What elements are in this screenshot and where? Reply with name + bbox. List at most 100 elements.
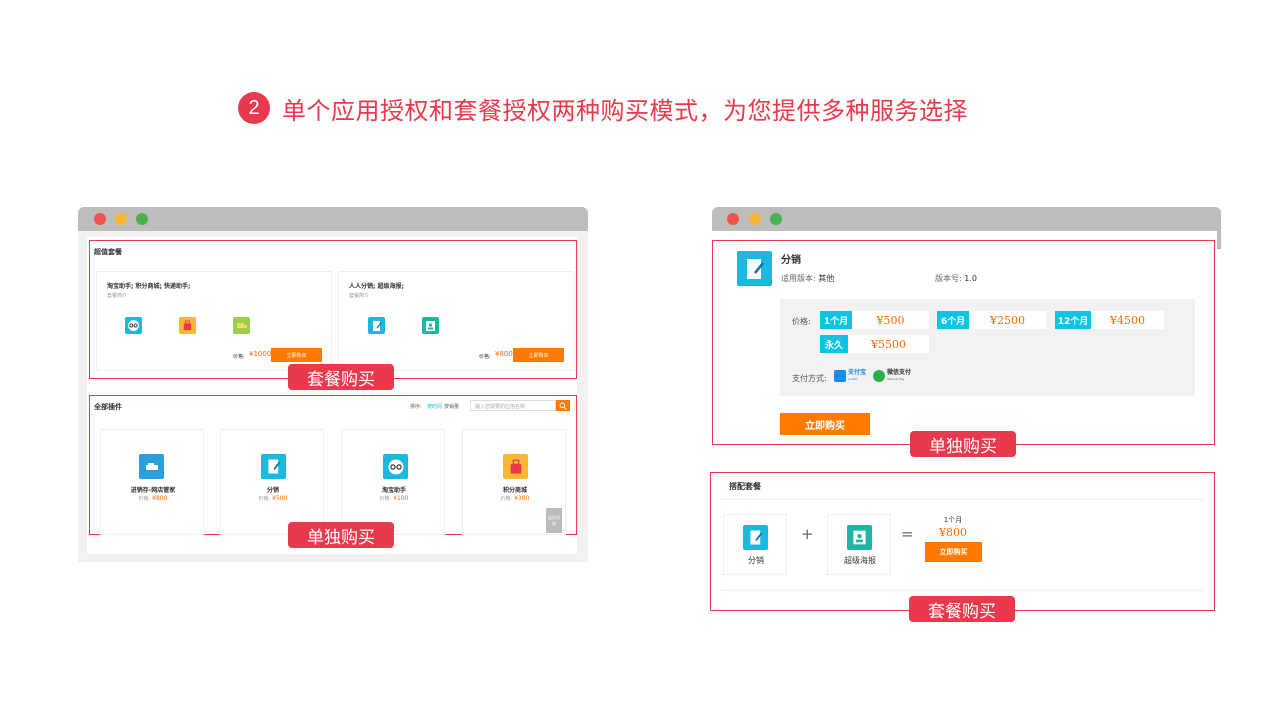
maximize-dot-icon[interactable] [770,213,782,225]
truck-icon [233,317,250,334]
pay-method-label: 支付方式: [792,374,827,383]
bundle-section: 超值套餐 淘宝助手; 积分商城; 快递助手; 套餐简介 价格: ¥1000 立即… [89,240,577,379]
build-label: 版本号: [935,274,962,283]
close-dot-icon[interactable] [94,213,106,225]
equals-sign: = [901,525,914,543]
plugin-card-2[interactable]: 分销 价格: ¥500 [220,429,324,535]
plan-period-6m[interactable]: 6个月 [937,311,969,329]
close-dot-icon[interactable] [727,213,739,225]
share-doc-icon [368,317,385,334]
bundle-card-name: 淘宝助手; 积分商城; 快递助手; [107,283,191,290]
bundle-buy-button[interactable]: 立即购买 [513,348,564,362]
product-detail-section: 分销 适用版本: 其他 版本号: 1.0 价格: 1个月 ¥500 6个月 ¥2… [712,240,1215,445]
poster-icon [422,317,439,334]
plan-period-1m[interactable]: 1个月 [820,311,852,329]
glasses-icon [383,454,408,479]
wechat-sub: Wechat Pay [887,377,905,381]
share-doc-icon [737,251,772,286]
plugin-card-1[interactable]: 进销存-网店管家 价格: ¥800 [100,429,204,535]
share-doc-icon [743,525,768,550]
price-label: 价格: [792,317,811,326]
plan-price-6m[interactable]: ¥2500 [969,311,1046,329]
plugin-price-label: 价格: [138,496,151,502]
sort-by-sales[interactable]: 按销量 [444,403,459,410]
plus-sign: + [801,525,814,543]
bundle-card-price-label: 价格: [233,354,245,360]
plugin-price-label: 价格: [379,496,392,502]
plan-period-forever[interactable]: 永久 [820,335,848,353]
bundle-section-title: 超值套餐 [94,248,122,256]
search-button[interactable] [556,400,570,411]
plugin-search-input[interactable]: 输入您需要的应用名称 [470,400,556,411]
search-icon [559,402,567,410]
gift-bag-icon [179,317,196,334]
buy-now-button[interactable]: 立即购买 [780,413,870,435]
plan-price-forever[interactable]: ¥5500 [848,335,929,353]
plugins-section: 全部插件 排序: 按时间 按销量 输入您需要的应用名称 进销存-网店管家 价格:… [89,395,577,535]
bundle-buy-button[interactable]: 立即购买 [271,348,322,362]
bundle-card-name: 人人分销; 超级海报; [349,283,404,290]
version-label: 适用版本: [781,274,816,283]
single-purchase-tag-right: 单独购买 [910,431,1016,457]
combo-buy-button[interactable]: 立即购买 [925,542,982,562]
gift-bag-icon [503,454,528,479]
bundle-card-2: 人人分销; 超级海报; 套餐简介 价格: ¥800 立即购买 [338,271,574,371]
sort-label: 排序: [410,404,422,410]
share-doc-icon [261,454,286,479]
single-purchase-tag: 单独购买 [288,522,394,548]
left-window-titlebar [78,207,588,231]
combo-item-2[interactable]: 超级海报 [827,514,891,575]
plan-period-12m[interactable]: 12个月 [1055,311,1091,329]
glasses-icon [125,317,142,334]
search-placeholder: 输入您需要的应用名称 [475,404,526,410]
plan-price-1m[interactable]: ¥500 [852,311,929,329]
plugin-name: 进销存-网店管家 [130,487,176,494]
product-name: 分销 [781,255,801,266]
sort-by-time[interactable]: 按时间 [427,403,442,410]
step-number: 2 [238,92,270,124]
slide-heading: 2 单个应用授权和套餐授权两种购买模式，为您提供多种服务选择 [238,90,968,126]
price-panel: 价格: 1个月 ¥500 6个月 ¥2500 12个月 ¥4500 永久 ¥55… [780,299,1195,396]
back-to-top-button[interactable]: 返回顶部 [546,508,562,533]
alipay-option[interactable]: 支付宝 ALIPAY [834,370,866,382]
build-value: 1.0 [964,274,977,283]
plan-price-12m[interactable]: ¥4500 [1091,311,1164,329]
combo-section: 搭配套餐 分销 + 超级海报 = 1个月 ¥800 立即购买 [710,472,1215,611]
bundle-card-desc: 套餐简介 [107,293,128,299]
plugin-price: ¥100 [393,495,409,502]
car-icon [139,454,164,479]
combo-item-name: 超级海报 [844,556,876,565]
bundle-card-desc: 套餐简介 [349,293,370,299]
plugin-price: ¥300 [514,495,530,502]
plugin-name: 分销 [266,487,279,494]
maximize-dot-icon[interactable] [136,213,148,225]
plugin-price-label: 价格: [500,496,513,502]
plugin-price: ¥500 [272,495,288,502]
wechat-pay-option[interactable]: 微信支付 Wechat Pay [873,370,911,382]
plugin-name: 淘宝助手 [381,487,406,494]
combo-item-1[interactable]: 分销 [723,514,787,575]
bundle-card-price: ¥800 [495,350,513,358]
bundle-card-price: ¥1000 [249,350,272,358]
combo-purchase-tag: 套餐购买 [909,596,1015,622]
combo-title: 搭配套餐 [729,482,761,491]
heading-text: 单个应用授权和套餐授权两种购买模式，为您提供多种服务选择 [282,96,968,125]
bundle-card-price-label: 价格: [479,354,491,360]
bundle-card-1: 淘宝助手; 积分商城; 快递助手; 套餐简介 价格: ¥1000 立即购买 [96,271,332,371]
combo-item-name: 分销 [748,556,764,565]
wechat-icon [873,370,885,382]
right-window-titlebar [712,207,1221,231]
plugin-price-label: 价格: [258,496,271,502]
minimize-dot-icon[interactable] [115,213,127,225]
bundle-purchase-tag: 套餐购买 [288,364,394,390]
plugin-card-3[interactable]: 淘宝助手 价格: ¥100 [341,429,445,535]
alipay-sub: ALIPAY [848,377,858,381]
alipay-icon [834,370,846,382]
poster-icon [847,525,872,550]
plugins-section-title: 全部插件 [94,403,122,411]
combo-price: ¥800 [939,526,967,539]
plugin-price: ¥800 [152,495,168,502]
plugin-name: 积分商城 [502,487,527,494]
back-to-top-label: 返回顶部 [548,514,560,526]
minimize-dot-icon[interactable] [749,213,761,225]
